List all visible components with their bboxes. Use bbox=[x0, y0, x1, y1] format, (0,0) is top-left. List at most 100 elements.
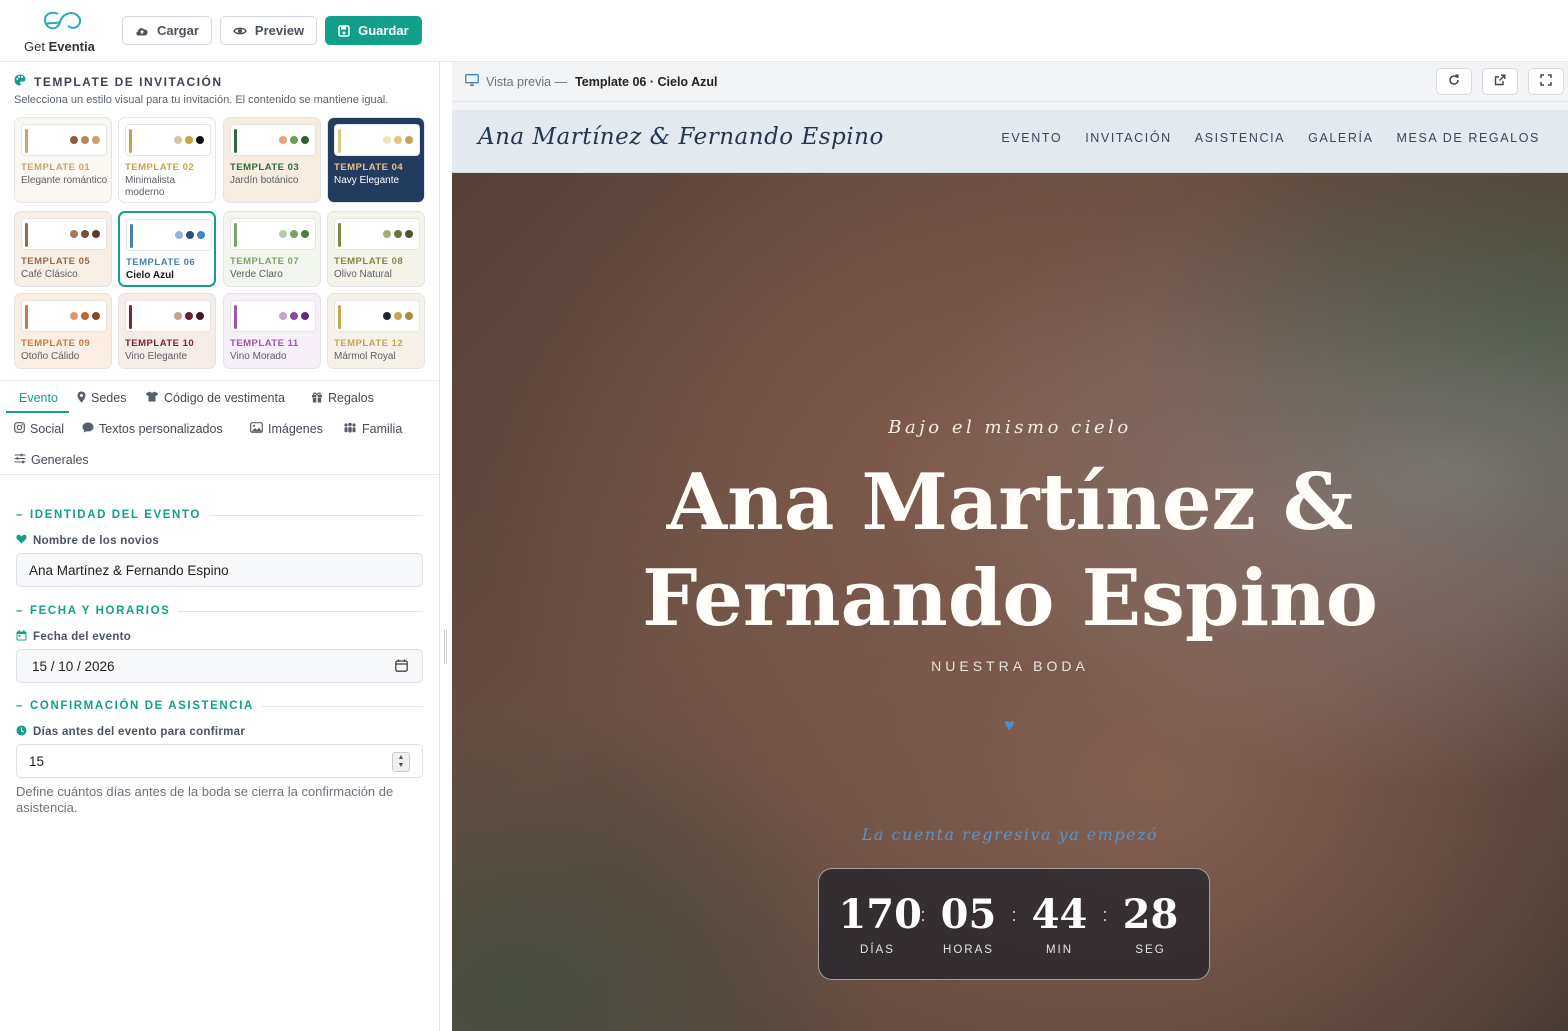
event-date-input[interactable]: 15 / 10 / 2026 bbox=[16, 649, 423, 683]
open-external-button[interactable] bbox=[1482, 68, 1518, 95]
template-card[interactable]: TEMPLATE 02 Minimalista moderno bbox=[118, 117, 216, 203]
save-button[interactable]: Guardar bbox=[325, 16, 422, 45]
rsvp-days-value: 15 bbox=[29, 753, 45, 769]
cloud-upload-icon bbox=[135, 25, 149, 37]
template-card-name: TEMPLATE 04 bbox=[334, 162, 404, 173]
tab-sedes-label: Sedes bbox=[91, 391, 127, 405]
top-bar: Get Eventia Cargar Preview Guardar bbox=[0, 0, 1568, 62]
number-stepper[interactable]: ▲ ▼ bbox=[392, 752, 410, 772]
stepper-down-icon[interactable]: ▼ bbox=[398, 762, 405, 770]
preview-title-label: Vista previa — bbox=[486, 74, 568, 89]
countdown-minutes: 44 MIN bbox=[1021, 891, 1099, 957]
app-logo[interactable]: Get Eventia bbox=[0, 0, 122, 62]
color-dot bbox=[81, 230, 89, 238]
template-swatch bbox=[230, 300, 316, 332]
site-nav-regalos[interactable]: MESA DE REGALOS bbox=[1397, 131, 1540, 145]
template-card-name: TEMPLATE 06 bbox=[126, 257, 196, 268]
tab-generales-label: Generales bbox=[31, 453, 89, 467]
site-nav-galeria[interactable]: GALERÍA bbox=[1308, 131, 1373, 145]
tab-imagenes[interactable]: Imágenes bbox=[250, 419, 323, 439]
template-color-dots bbox=[383, 136, 413, 144]
site-nav-invitacion[interactable]: INVITACIÓN bbox=[1085, 131, 1172, 145]
countdown-minutes-value: 44 bbox=[1031, 891, 1088, 938]
color-dot bbox=[175, 231, 183, 239]
clock-icon bbox=[16, 725, 27, 739]
tab-evento[interactable]: Evento bbox=[19, 388, 58, 408]
template-card-desc: Elegante romántico bbox=[21, 175, 108, 186]
tab-social[interactable]: Social bbox=[14, 419, 64, 439]
fullscreen-icon bbox=[1540, 74, 1552, 89]
color-dot bbox=[394, 312, 402, 320]
preview-button[interactable]: Preview bbox=[219, 16, 318, 45]
stepper-up-icon[interactable]: ▲ bbox=[398, 754, 405, 762]
section-date: – FECHA Y HORARIOS bbox=[16, 605, 423, 617]
color-dot bbox=[70, 312, 78, 320]
template-grid: TEMPLATE 01 Elegante romántico TEMPLATE … bbox=[14, 117, 426, 369]
color-dot bbox=[290, 230, 298, 238]
logo-mark-icon bbox=[44, 11, 82, 29]
template-section-title: TEMPLATE DE INVITACIÓN bbox=[14, 74, 223, 89]
template-swatch bbox=[334, 218, 420, 250]
template-card-desc: Vino Elegante bbox=[125, 351, 188, 362]
tab-textos[interactable]: Textos personalizados bbox=[82, 419, 223, 439]
couple-name-input[interactable]: Ana Martínez & Fernando Espino bbox=[16, 553, 423, 587]
preview-title: Vista previa — Template 06 · Cielo Azul bbox=[465, 74, 717, 89]
color-dot bbox=[197, 231, 205, 239]
refresh-button[interactable] bbox=[1436, 68, 1472, 95]
countdown-hours: 05 HORAS bbox=[929, 892, 1007, 957]
color-dot bbox=[174, 136, 182, 144]
template-card-name: TEMPLATE 10 bbox=[125, 338, 195, 349]
template-card-desc: Mármol Royal bbox=[334, 351, 396, 362]
template-card[interactable]: TEMPLATE 08 Olivo Natural bbox=[327, 211, 425, 287]
tab-familia[interactable]: Familia bbox=[343, 419, 402, 439]
countdown-seconds-label: SEG bbox=[1135, 944, 1166, 956]
color-dot bbox=[185, 312, 193, 320]
section-rsvp: – CONFIRMACIÓN DE ASISTENCIA bbox=[16, 700, 423, 712]
color-dot bbox=[196, 136, 204, 144]
template-card[interactable]: TEMPLATE 03 Jardín botánico bbox=[223, 117, 321, 203]
template-card-desc: Jardín botánico bbox=[230, 175, 299, 186]
active-tab-indicator bbox=[6, 411, 69, 413]
color-dot bbox=[405, 312, 413, 320]
tab-sedes[interactable]: Sedes bbox=[77, 388, 126, 408]
fullscreen-button[interactable] bbox=[1528, 68, 1564, 95]
images-icon bbox=[250, 422, 263, 436]
template-card[interactable]: TEMPLATE 06 Cielo Azul bbox=[118, 211, 216, 287]
template-card[interactable]: TEMPLATE 09 Otoño Cálido bbox=[14, 293, 112, 369]
template-card[interactable]: TEMPLATE 05 Café Clásico bbox=[14, 211, 112, 287]
countdown-separator: : bbox=[1011, 904, 1017, 925]
template-color-dots bbox=[174, 312, 204, 320]
calendar-picker-icon[interactable] bbox=[395, 659, 408, 675]
site-nav-asistencia[interactable]: ASISTENCIA bbox=[1195, 131, 1285, 145]
countdown-seconds: 28 SEG bbox=[1112, 891, 1190, 957]
load-button[interactable]: Cargar bbox=[122, 16, 212, 45]
tab-generales[interactable]: Generales bbox=[14, 450, 89, 470]
template-card[interactable]: TEMPLATE 11 Vino Morado bbox=[223, 293, 321, 369]
save-button-label: Guardar bbox=[358, 23, 409, 38]
site-nav-evento[interactable]: EVENTO bbox=[1001, 131, 1062, 145]
color-dot bbox=[70, 230, 78, 238]
template-card[interactable]: TEMPLATE 12 Mármol Royal bbox=[327, 293, 425, 369]
rsvp-days-input[interactable]: 15 ▲ ▼ bbox=[16, 744, 423, 778]
template-color-dots bbox=[70, 136, 100, 144]
tab-familia-label: Familia bbox=[362, 422, 403, 436]
floppy-disk-icon bbox=[338, 24, 350, 37]
countdown-box: 170 DÍAS : 05 HORAS : 44 MIN : 28 SEG bbox=[818, 868, 1210, 980]
template-accent-stripe bbox=[129, 305, 132, 329]
template-color-dots bbox=[383, 312, 413, 320]
site-brand[interactable]: Ana Martínez & Fernando Espino bbox=[478, 124, 884, 150]
tab-vestimenta[interactable]: Código de vestimenta bbox=[145, 388, 285, 408]
section-date-title: FECHA Y HORARIOS bbox=[30, 605, 171, 617]
tab-regalos[interactable]: Regalos bbox=[311, 388, 374, 408]
template-card[interactable]: TEMPLATE 01 Elegante romántico bbox=[14, 117, 112, 203]
color-dot bbox=[196, 312, 204, 320]
countdown-seconds-value: 28 bbox=[1122, 891, 1179, 938]
template-card[interactable]: TEMPLATE 07 Verde Claro bbox=[223, 211, 321, 287]
color-dot bbox=[81, 312, 89, 320]
template-accent-stripe bbox=[338, 223, 341, 247]
template-card-desc: Café Clásico bbox=[21, 269, 78, 280]
template-card[interactable]: TEMPLATE 10 Vino Elegante bbox=[118, 293, 216, 369]
resize-handle[interactable] bbox=[444, 630, 447, 664]
template-color-dots bbox=[175, 231, 205, 239]
template-card[interactable]: TEMPLATE 04 Navy Elegante bbox=[327, 117, 425, 203]
